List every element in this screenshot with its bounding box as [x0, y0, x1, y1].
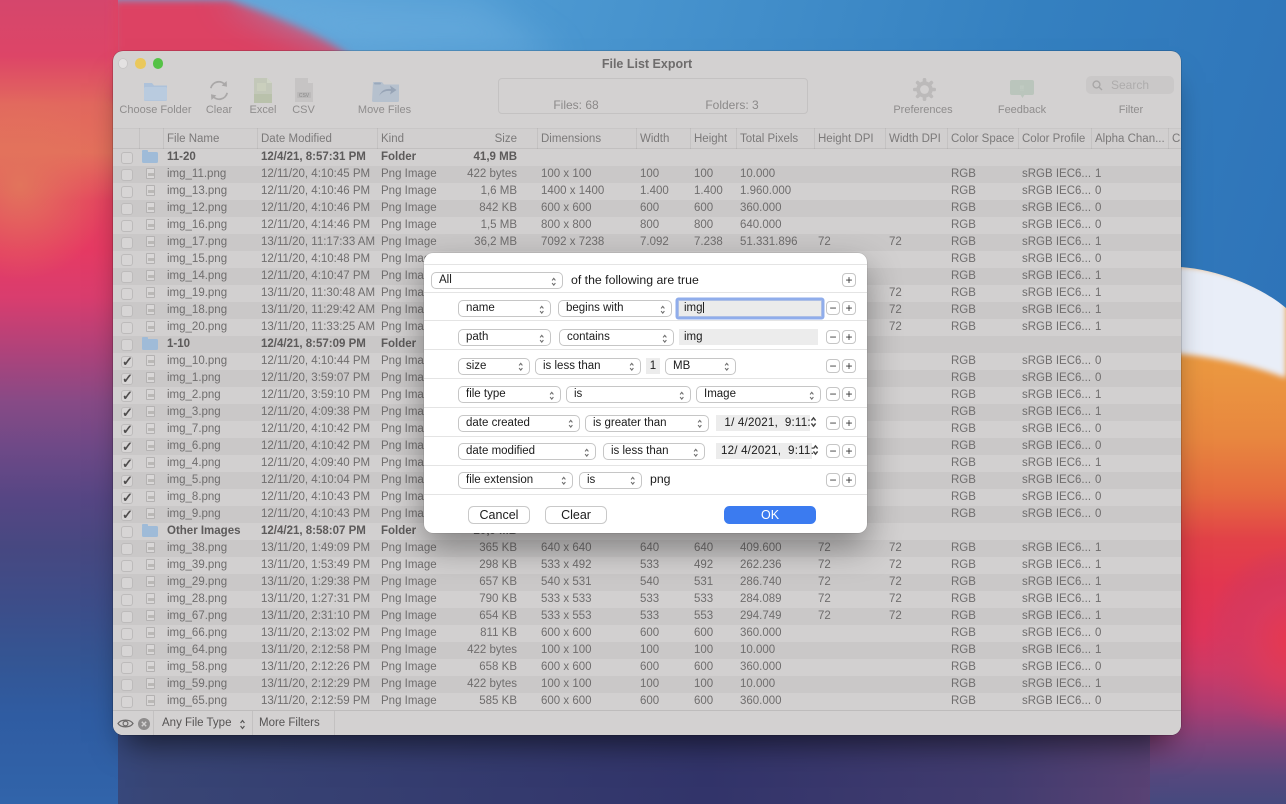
svg-text:CSV: CSV	[298, 93, 309, 99]
svg-text:!!: !!	[1020, 86, 1024, 93]
